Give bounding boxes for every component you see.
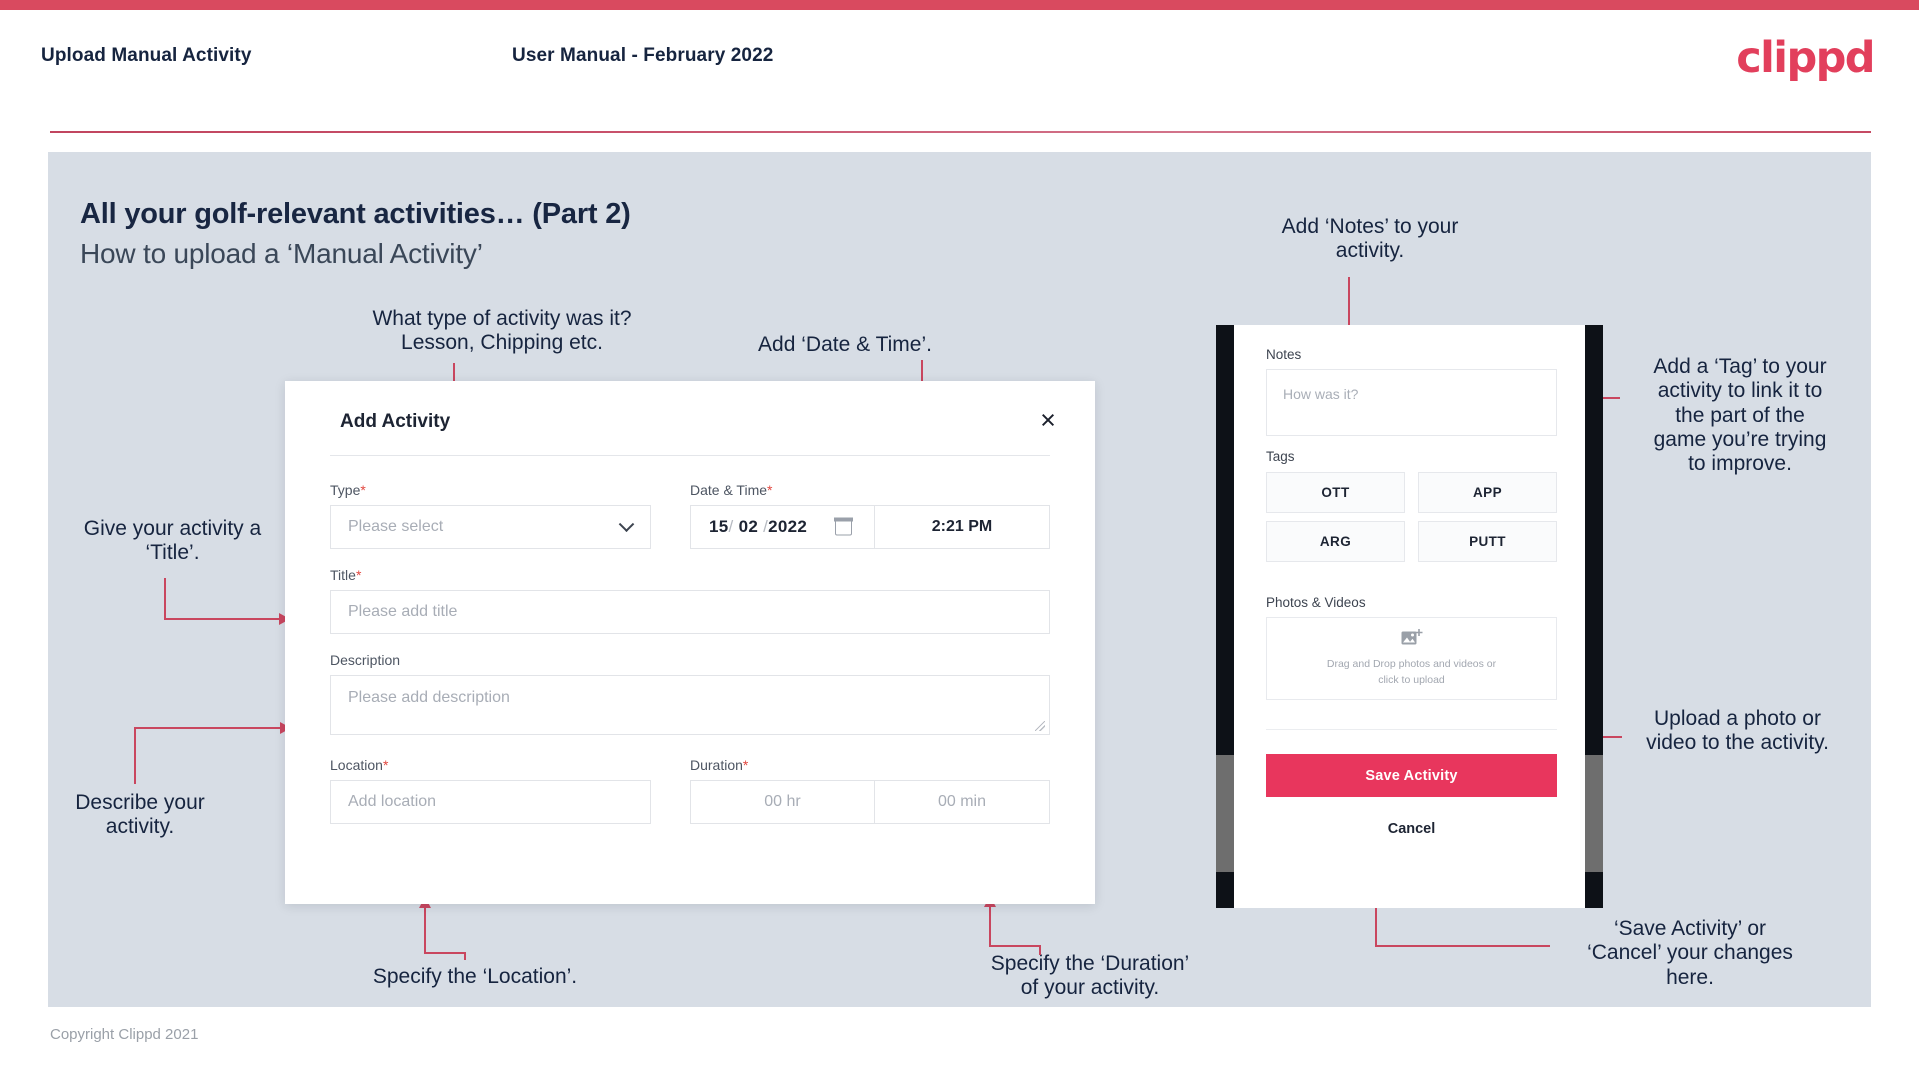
annotation-description: Describe your activity. [75,791,205,839]
annotation-type: What type of activity was it? Lesson, Ch… [372,307,632,355]
save-activity-label: Save Activity [1365,767,1458,784]
location-input[interactable]: Add location [330,780,651,824]
cancel-button[interactable]: Cancel [1266,821,1557,837]
date-value: 15/ 02 /2022 [709,517,808,536]
location-placeholder: Add location [348,793,437,810]
description-textarea[interactable]: Please add description [330,675,1050,735]
footer-copyright: Copyright Clippd 2021 [50,1026,199,1043]
phone-mockup: Notes How was it? Tags OTT APP ARG PUTT … [1216,325,1603,908]
connector-loc-v2 [464,952,466,960]
type-select[interactable]: Please select [330,505,651,549]
header-left-title: Upload Manual Activity [41,45,252,66]
duration-label: Duration* [690,757,749,773]
phone-bezel-left [1216,325,1234,908]
duration-hours-value: 00 hr [764,793,801,810]
tag-label: OTT [1321,485,1350,500]
notes-label: Notes [1266,347,1302,362]
header-center-title: User Manual - February 2022 [512,45,774,66]
duration-minutes-input[interactable]: 00 min [875,780,1050,824]
tags-label: Tags [1266,449,1295,464]
datetime-label: Date & Time* [690,482,773,498]
connector-loc-h [424,952,466,954]
tag-button-app[interactable]: APP [1418,472,1557,513]
upload-dropzone[interactable]: Drag and Drop photos and videos or click… [1266,617,1557,700]
connector-desc-h [134,727,282,729]
location-label: Location* [330,757,389,773]
clippd-logo: clippd [1736,33,1875,83]
close-icon[interactable]: × [1031,403,1065,437]
phone-screen: Notes How was it? Tags OTT APP ARG PUTT … [1234,325,1585,908]
slide-subtitle: How to upload a ‘Manual Activity’ [80,238,483,269]
title-input[interactable]: Please add title [330,590,1050,634]
header-divider [50,131,1871,133]
phone-divider [1266,729,1557,730]
top-accent-bar [0,0,1919,10]
annotation-tag: Add a ‘Tag’ to your activity to link it … [1653,355,1827,476]
add-image-icon [1401,628,1423,648]
required-marker: * [742,757,749,773]
phone-bezel-right [1585,325,1603,908]
tag-button-arg[interactable]: ARG [1266,521,1405,562]
calendar-icon[interactable] [834,517,853,536]
photos-videos-label: Photos & Videos [1266,595,1366,610]
annotation-datetime: Add ‘Date & Time’. [758,333,932,356]
required-marker: * [382,757,389,773]
required-marker: * [767,482,773,498]
cancel-label: Cancel [1387,821,1436,837]
tag-label: APP [1473,485,1502,500]
notes-placeholder: How was it? [1283,386,1359,402]
notes-textarea[interactable]: How was it? [1266,369,1557,436]
page-header: Upload Manual Activity User Manual - Feb… [0,10,1919,133]
connector-dur-v [989,905,991,947]
annotation-location: Specify the ‘Location’. [372,965,578,988]
required-marker: * [355,567,362,583]
type-select-value: Please select [348,518,444,535]
tag-button-putt[interactable]: PUTT [1418,521,1557,562]
description-placeholder: Please add description [348,689,510,706]
annotation-title: Give your activity a ‘Title’. [83,517,262,565]
slide-title: All your golf-relevant activities… (Part… [80,198,631,230]
connector-loc-v [424,906,426,954]
duration-minutes-value: 00 min [937,793,987,810]
tag-label: PUTT [1469,534,1506,549]
annotation-upload: Upload a photo or video to the activity. [1646,707,1829,755]
title-placeholder: Please add title [348,603,458,620]
phone-bezel-right-grey [1585,755,1603,872]
tag-label: ARG [1319,534,1352,549]
time-input[interactable]: 2:21 PM [875,505,1050,549]
connector-dur-h [989,945,1041,947]
dialog-header-divider [330,455,1050,456]
slide-root: Upload Manual Activity User Manual - Feb… [0,0,1919,1079]
type-label: Type* [330,482,366,498]
connector-desc-v [134,727,136,784]
tag-button-ott[interactable]: OTT [1266,472,1405,513]
required-marker: * [360,482,366,498]
title-label: Title* [330,567,362,583]
dropzone-text: Drag and Drop photos and videos or click… [1326,657,1497,686]
add-activity-dialog: Add Activity × Type* Please select Date … [285,381,1095,904]
annotation-duration: Specify the ‘Duration’ of your activity. [990,952,1190,1000]
phone-bezel-left-grey [1216,755,1234,872]
connector-save-h [1375,945,1550,947]
duration-hours-input[interactable]: 00 hr [690,780,875,824]
connector-title-v [164,578,166,620]
connector-title-h [164,618,281,620]
annotation-save: ‘Save Activity’ or ‘Cancel’ your changes… [1587,917,1793,989]
save-activity-button[interactable]: Save Activity [1266,754,1557,797]
chevron-down-icon [618,516,635,533]
connector-dur-v2 [1039,945,1041,955]
annotation-notes: Add ‘Notes’ to your activity. [1281,215,1459,263]
time-value: 2:21 PM [931,518,993,535]
description-label: Description [330,652,401,668]
resize-handle-icon[interactable] [1035,721,1045,731]
date-input[interactable]: 15/ 02 /2022 [690,505,875,549]
dialog-title: Add Activity [340,411,451,432]
